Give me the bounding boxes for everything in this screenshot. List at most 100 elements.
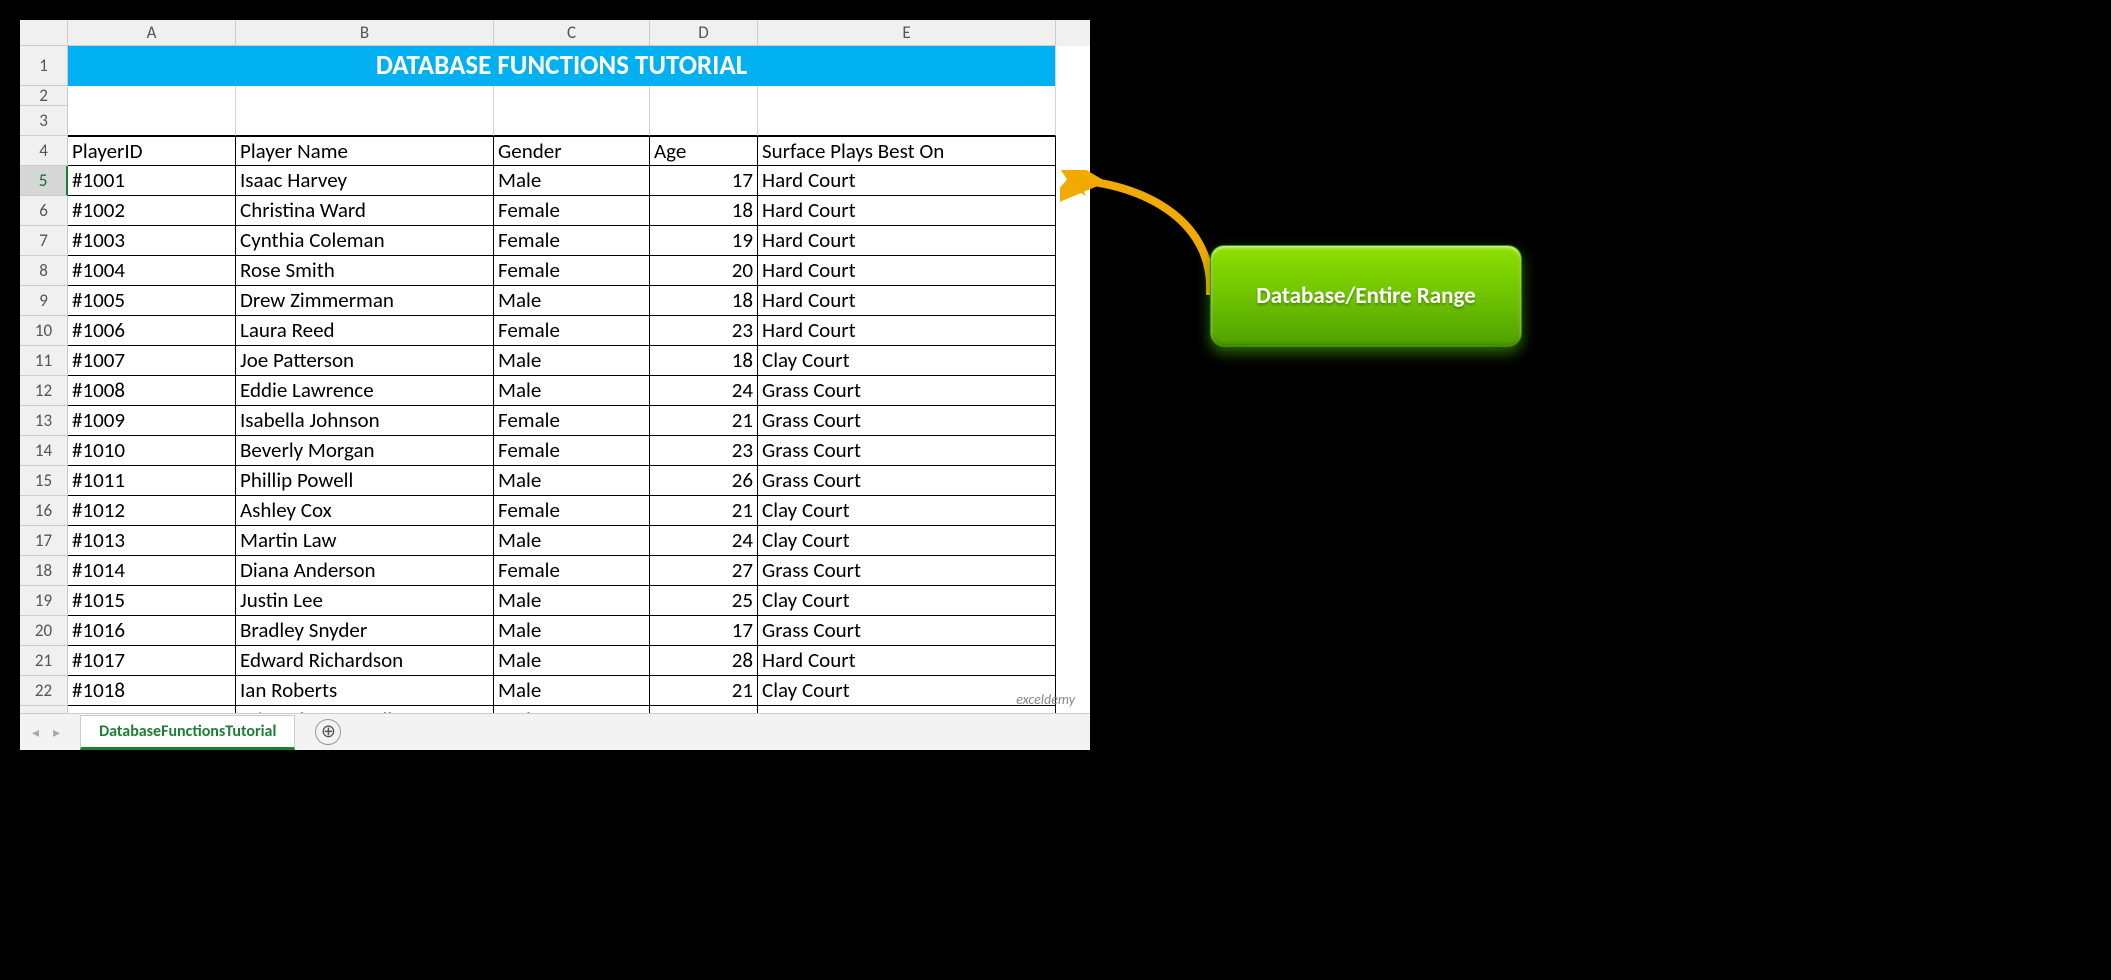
cell[interactable]: 20 [650, 256, 758, 286]
row-header-10[interactable]: 10 [20, 316, 68, 346]
cell[interactable]: Drew Zimmerman [236, 286, 494, 316]
col-header-B[interactable]: B [236, 20, 494, 46]
cell[interactable]: 24 [650, 376, 758, 406]
cell[interactable]: Clay Court [758, 346, 1056, 376]
cell[interactable]: Male [494, 346, 650, 376]
cell[interactable]: #1015 [68, 586, 236, 616]
cell[interactable]: Isabella Johnson [236, 406, 494, 436]
cell[interactable]: #1009 [68, 406, 236, 436]
row-header-20[interactable]: 20 [20, 616, 68, 646]
col-header-A[interactable]: A [68, 20, 236, 46]
row-header-8[interactable]: 8 [20, 256, 68, 286]
header-gender[interactable]: Gender [494, 136, 650, 166]
header-age[interactable]: Age [650, 136, 758, 166]
cell[interactable]: #1003 [68, 226, 236, 256]
cell[interactable]: Female [494, 406, 650, 436]
cell[interactable]: Female [494, 226, 650, 256]
cell[interactable]: #1010 [68, 436, 236, 466]
row-header-16[interactable]: 16 [20, 496, 68, 526]
cell[interactable]: Female [494, 256, 650, 286]
cell[interactable]: 24 [650, 526, 758, 556]
cell[interactable]: 28 [650, 646, 758, 676]
cell[interactable]: Hard Court [758, 646, 1056, 676]
title-cell[interactable]: DATABASE FUNCTIONS TUTORIAL [68, 46, 1056, 86]
cell[interactable]: Isaac Harvey [236, 166, 494, 196]
col-header-C[interactable]: C [494, 20, 650, 46]
row-header-12[interactable]: 12 [20, 376, 68, 406]
cell[interactable]: Hard Court [758, 286, 1056, 316]
cell[interactable]: Beverly Morgan [236, 436, 494, 466]
header-playername[interactable]: Player Name [236, 136, 494, 166]
cell[interactable]: Phillip Powell [236, 466, 494, 496]
add-sheet-button[interactable]: ⊕ [315, 719, 341, 745]
cell[interactable]: Clay Court [758, 496, 1056, 526]
row-header-13[interactable]: 13 [20, 406, 68, 436]
cell[interactable]: #1002 [68, 196, 236, 226]
cell[interactable]: Hard Court [758, 316, 1056, 346]
cell[interactable]: Grass Court [758, 466, 1056, 496]
cell[interactable]: 26 [650, 466, 758, 496]
cell[interactable]: Male [494, 586, 650, 616]
cell[interactable]: 17 [650, 166, 758, 196]
row-header-6[interactable]: 6 [20, 196, 68, 226]
select-all-corner[interactable] [20, 20, 68, 46]
cell[interactable]: Male [494, 286, 650, 316]
cell[interactable]: Joe Patterson [236, 346, 494, 376]
row-header-14[interactable]: 14 [20, 436, 68, 466]
cell[interactable]: #1011 [68, 466, 236, 496]
row-header-21[interactable]: 21 [20, 646, 68, 676]
header-surface[interactable]: Surface Plays Best On [758, 136, 1056, 166]
cell[interactable]: Male [494, 616, 650, 646]
cell[interactable]: #1007 [68, 346, 236, 376]
row-header-18[interactable]: 18 [20, 556, 68, 586]
cell[interactable]: Male [494, 166, 650, 196]
cell[interactable]: Male [494, 376, 650, 406]
cell[interactable]: Grass Court [758, 436, 1056, 466]
cell[interactable]: 18 [650, 196, 758, 226]
cell[interactable]: 21 [650, 496, 758, 526]
cell[interactable]: Hard Court [758, 256, 1056, 286]
cell[interactable]: Diana Anderson [236, 556, 494, 586]
cell[interactable]: Male [494, 526, 650, 556]
cell[interactable]: Female [494, 196, 650, 226]
cell[interactable]: Bradley Snyder [236, 616, 494, 646]
cell[interactable]: Female [494, 556, 650, 586]
cell[interactable]: #1008 [68, 376, 236, 406]
cell[interactable]: 23 [650, 436, 758, 466]
row-header-9[interactable]: 9 [20, 286, 68, 316]
sheet-tab-active[interactable]: DatabaseFunctionsTutorial [80, 715, 295, 750]
cell[interactable]: Grass Court [758, 406, 1056, 436]
cell[interactable]: Ian Roberts [236, 676, 494, 706]
cell[interactable]: 27 [650, 556, 758, 586]
cell[interactable]: Grass Court [758, 376, 1056, 406]
cell[interactable]: Clay Court [758, 526, 1056, 556]
row-header-1[interactable]: 1 [20, 46, 68, 86]
cell[interactable]: Cynthia Coleman [236, 226, 494, 256]
row-header-7[interactable]: 7 [20, 226, 68, 256]
cell[interactable]: Hard Court [758, 196, 1056, 226]
cell[interactable]: Male [494, 676, 650, 706]
row-header-19[interactable]: 19 [20, 586, 68, 616]
nav-first-icon[interactable]: ◂ [32, 724, 39, 741]
cell[interactable]: Hard Court [758, 166, 1056, 196]
cell[interactable]: Grass Court [758, 556, 1056, 586]
cell[interactable]: Male [494, 466, 650, 496]
cell[interactable]: 25 [650, 586, 758, 616]
cell[interactable]: Justin Lee [236, 586, 494, 616]
cell[interactable]: Edward Richardson [236, 646, 494, 676]
cell[interactable]: #1012 [68, 496, 236, 526]
cell[interactable]: Clay Court [758, 676, 1056, 706]
cell[interactable]: Ashley Cox [236, 496, 494, 526]
cell[interactable]: Eddie Lawrence [236, 376, 494, 406]
cell[interactable]: 23 [650, 316, 758, 346]
cell[interactable]: #1014 [68, 556, 236, 586]
row-header-2[interactable]: 2 [20, 86, 68, 106]
cell[interactable]: 19 [650, 226, 758, 256]
cell[interactable]: #1005 [68, 286, 236, 316]
nav-next-icon[interactable]: ▸ [53, 724, 60, 741]
cell[interactable]: 17 [650, 616, 758, 646]
row-header-15[interactable]: 15 [20, 466, 68, 496]
cell[interactable]: Female [494, 316, 650, 346]
col-header-D[interactable]: D [650, 20, 758, 46]
cell[interactable]: #1013 [68, 526, 236, 556]
